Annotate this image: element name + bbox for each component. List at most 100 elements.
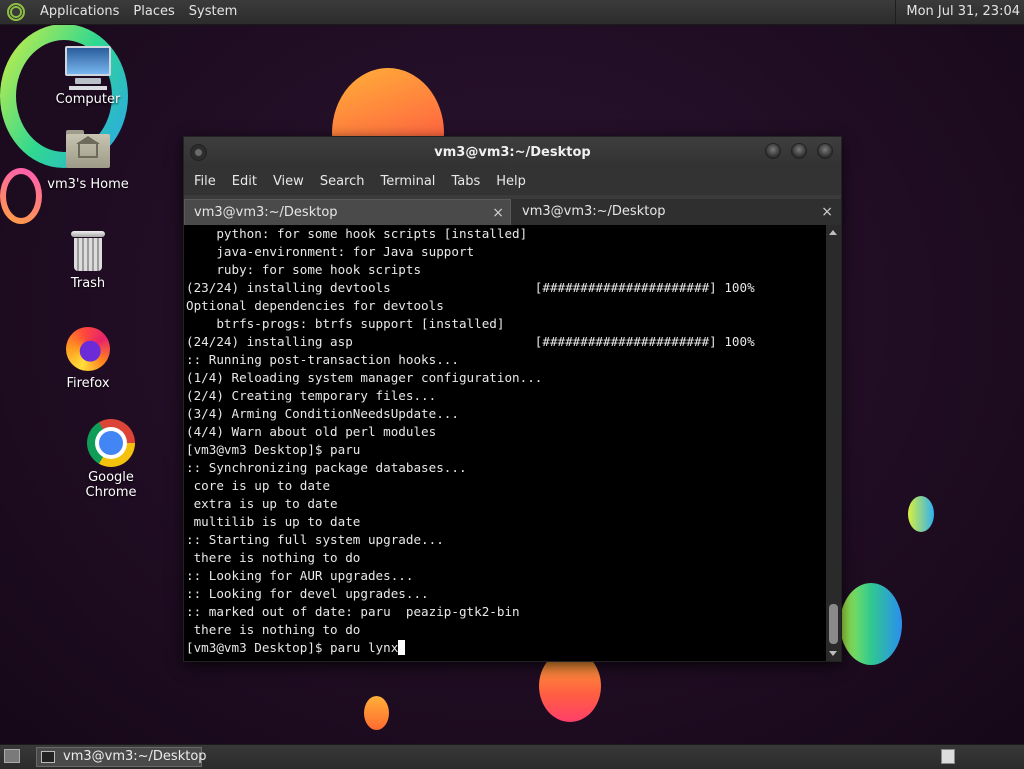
terminal-menubar: File Edit View Search Terminal Tabs Help	[184, 167, 841, 195]
terminal-line: [vm3@vm3 Desktop]$ paru lynx	[186, 639, 826, 657]
terminal-line: :: marked out of date: paru peazip-gtk2-…	[186, 603, 826, 621]
desktop-icon-label: Computer	[55, 92, 121, 107]
scroll-down-arrow-icon[interactable]	[829, 651, 837, 656]
terminal-line: there is nothing to do	[186, 549, 826, 567]
desktop-icon-label: Firefox	[66, 376, 110, 391]
desktop-icon-label: Google Chrome	[85, 470, 137, 500]
terminal-line: :: Looking for devel upgrades...	[186, 585, 826, 603]
terminal-window: vm3@vm3:~/Desktop File Edit View Search …	[183, 136, 842, 662]
terminal-line: :: Looking for AUR upgrades...	[186, 567, 826, 585]
menu-file[interactable]: File	[187, 174, 223, 189]
terminal-line-text: java-environment: for Java support	[186, 244, 475, 259]
terminal-line-text: Optional dependencies for devtools	[186, 298, 444, 313]
top-panel: Applications Places System Mon Jul 31, 2…	[0, 0, 1024, 25]
terminal-icon	[41, 751, 55, 763]
scroll-up-arrow-icon[interactable]	[829, 230, 837, 235]
terminal-line-text: there is nothing to do	[186, 550, 361, 565]
terminal-line: btrfs-progs: btrfs support [installed]	[186, 315, 826, 333]
close-tab-icon[interactable]: ×	[821, 199, 833, 225]
menu-places[interactable]: Places	[126, 0, 181, 24]
close-tab-icon[interactable]: ×	[492, 200, 504, 226]
terminal-tab-2[interactable]: vm3@vm3:~/Desktop ×	[513, 199, 839, 225]
menu-tabs[interactable]: Tabs	[444, 174, 487, 189]
terminal-line-text: there is nothing to do	[186, 622, 361, 637]
desktop-icon-computer[interactable]: Computer	[38, 46, 138, 107]
terminal-line-text: [vm3@vm3 Desktop]$ paru lynx	[186, 640, 399, 655]
wallpaper-teal-bubble	[840, 583, 902, 665]
terminal-line-text: (23/24) installing devtools [###########…	[186, 280, 755, 295]
wallpaper-orange-bubble-tiny	[364, 696, 389, 730]
desktop-icon-home[interactable]: vm3's Home	[38, 130, 138, 192]
terminal-line-text: [vm3@vm3 Desktop]$ paru	[186, 442, 361, 457]
terminal-line-text: :: marked out of date: paru peazip-gtk2-…	[186, 604, 520, 619]
wallpaper-small-ring	[0, 168, 42, 224]
firefox-icon	[66, 327, 110, 371]
wallpaper-teal-bubble-small	[908, 496, 934, 532]
terminal-line: python: for some hook scripts [installed…	[186, 225, 826, 243]
terminal-line-text: (24/24) installing asp [################…	[186, 334, 755, 349]
desktop-icon-chrome[interactable]: Google Chrome	[61, 419, 161, 500]
terminal-scrollbar[interactable]	[826, 225, 841, 661]
show-desktop-icon[interactable]	[4, 749, 20, 763]
terminal-line-text: (3/4) Arming ConditionNeedsUpdate...	[186, 406, 459, 421]
terminal-line-text: core is up to date	[186, 478, 331, 493]
close-window-button[interactable]	[817, 143, 833, 159]
menu-applications[interactable]: Applications	[33, 0, 126, 24]
terminal-line: (24/24) installing asp [################…	[186, 333, 826, 351]
bottom-panel: vm3@vm3:~/Desktop	[0, 744, 1024, 769]
terminal-output[interactable]: python: for some hook scripts [installed…	[184, 225, 826, 661]
terminal-line: there is nothing to do	[186, 621, 826, 639]
menu-edit[interactable]: Edit	[225, 174, 264, 189]
terminal-line: (23/24) installing devtools [###########…	[186, 279, 826, 297]
chrome-icon	[87, 419, 135, 467]
window-titlebar[interactable]: vm3@vm3:~/Desktop	[184, 137, 841, 167]
terminal-line: :: Starting full system upgrade...	[186, 531, 826, 549]
window-title: vm3@vm3:~/Desktop	[434, 145, 591, 160]
terminal-line-text: :: Looking for devel upgrades...	[186, 586, 429, 601]
taskbar-window-button[interactable]: vm3@vm3:~/Desktop	[36, 747, 207, 767]
terminal-line-text: :: Synchronizing package databases...	[186, 460, 467, 475]
terminal-line-text: (2/4) Creating temporary files...	[186, 388, 437, 403]
computer-icon	[65, 46, 111, 90]
terminal-line-text: multilib is up to date	[186, 514, 361, 529]
terminal-line: (2/4) Creating temporary files...	[186, 387, 826, 405]
menu-search[interactable]: Search	[313, 174, 372, 189]
terminal-line: [vm3@vm3 Desktop]$ paru	[186, 441, 826, 459]
terminal-line-text: (4/4) Warn about old perl modules	[186, 424, 437, 439]
desktop-icon-label: Trash	[70, 276, 106, 291]
terminal-line: core is up to date	[186, 477, 826, 495]
terminal-line-text: python: for some hook scripts [installed…	[186, 226, 528, 241]
terminal-line: :: Running post-transaction hooks...	[186, 351, 826, 369]
terminal-line: extra is up to date	[186, 495, 826, 513]
terminal-line-text: ruby: for some hook scripts	[186, 262, 422, 277]
desktop-icon-label: vm3's Home	[47, 177, 129, 192]
terminal-text: python: for some hook scripts [installed…	[184, 225, 826, 657]
distro-logo-icon[interactable]	[7, 3, 25, 21]
menu-terminal[interactable]: Terminal	[373, 174, 442, 189]
menu-system[interactable]: System	[182, 0, 244, 24]
terminal-line-text: :: Looking for AUR upgrades...	[186, 568, 414, 583]
trash-icon	[71, 231, 105, 271]
minimize-button[interactable]	[765, 143, 781, 159]
terminal-tab-1[interactable]: vm3@vm3:~/Desktop ×	[184, 199, 511, 225]
terminal-line-text: btrfs-progs: btrfs support [installed]	[186, 316, 505, 331]
desktop-icon-firefox[interactable]: Firefox	[38, 327, 138, 391]
terminal-line: Optional dependencies for devtools	[186, 297, 826, 315]
terminal-line: (4/4) Warn about old perl modules	[186, 423, 826, 441]
terminal-line-text: (1/4) Reloading system manager configura…	[186, 370, 543, 385]
terminal-line: java-environment: for Java support	[186, 243, 826, 261]
terminal-tabbar: vm3@vm3:~/Desktop × vm3@vm3:~/Desktop ×	[184, 199, 841, 225]
workspace-switcher[interactable]	[941, 749, 955, 764]
terminal-line: multilib is up to date	[186, 513, 826, 531]
terminal-cursor	[398, 640, 406, 655]
menu-view[interactable]: View	[266, 174, 311, 189]
terminal-line: (1/4) Reloading system manager configura…	[186, 369, 826, 387]
scrollbar-thumb[interactable]	[829, 604, 838, 644]
terminal-line-text: extra is up to date	[186, 496, 338, 511]
terminal-line-text: :: Running post-transaction hooks...	[186, 352, 459, 367]
panel-clock[interactable]: Mon Jul 31, 23:04	[895, 0, 1024, 24]
maximize-button[interactable]	[791, 143, 807, 159]
terminal-line: :: Synchronizing package databases...	[186, 459, 826, 477]
desktop-icon-trash[interactable]: Trash	[38, 231, 138, 291]
menu-help[interactable]: Help	[489, 174, 533, 189]
